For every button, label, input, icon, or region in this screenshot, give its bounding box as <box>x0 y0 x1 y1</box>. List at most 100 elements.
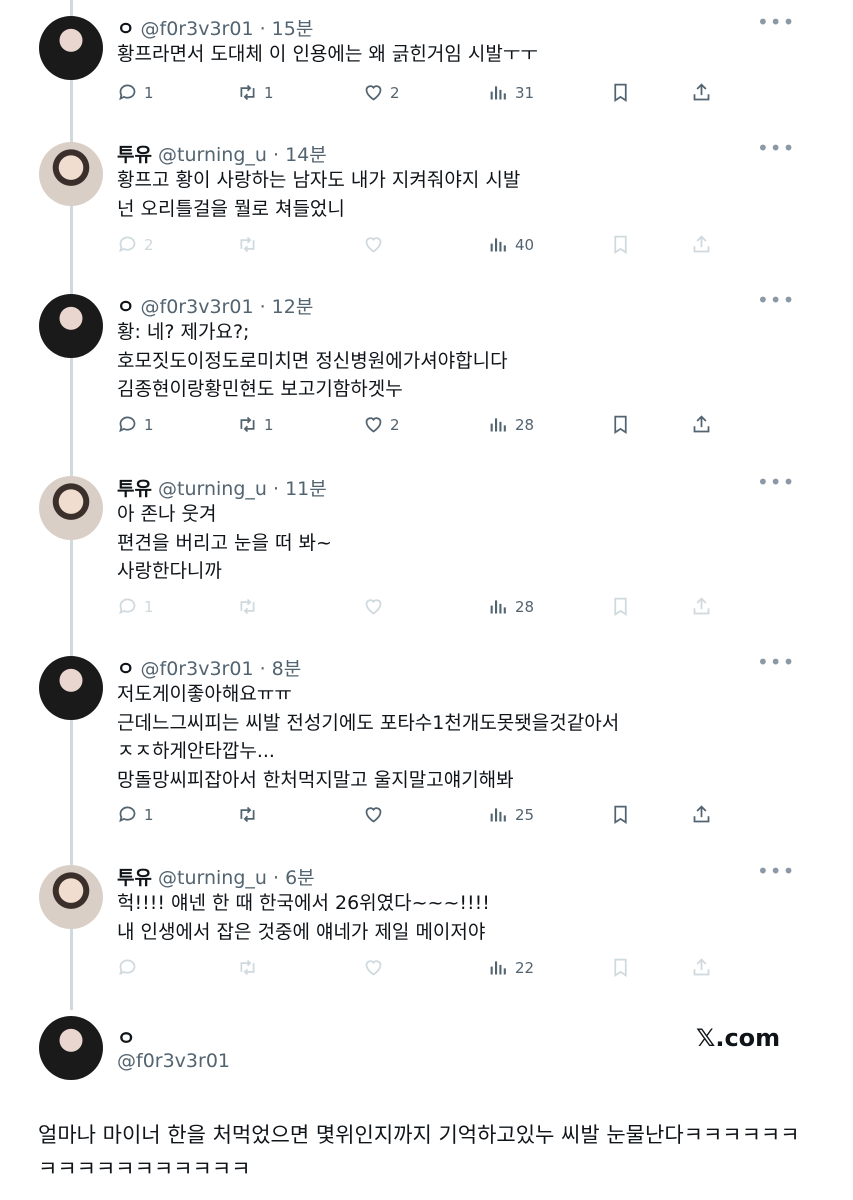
user-handle[interactable]: @turning_u <box>158 478 267 500</box>
user-handle[interactable]: @f0r3v3r01 <box>141 18 254 40</box>
tweet-header: ㅇ @f0r3v3r01 · 8분 <box>117 654 301 681</box>
display-name[interactable]: ㅇ <box>117 1022 135 1051</box>
like-button[interactable] <box>363 234 384 255</box>
reply-button[interactable]: 1 <box>117 804 154 825</box>
display-name[interactable]: 투유 <box>117 144 152 166</box>
avatar[interactable] <box>39 142 103 206</box>
reply-button[interactable] <box>117 957 138 978</box>
like-icon <box>365 237 382 253</box>
like-button[interactable]: 2 <box>363 82 400 103</box>
timestamp[interactable]: 8분 <box>272 658 302 680</box>
views-button[interactable]: 25 <box>488 804 534 825</box>
share-button[interactable] <box>691 414 712 435</box>
tweet-actions: 1 1 2 31 <box>117 82 737 106</box>
tweet-text: 황프고 황이 사랑하는 남자도 내가 지켜줘야지 시발 넌 오리틀걸을 뭘로 쳐… <box>117 166 520 223</box>
reply-button[interactable]: 2 <box>117 234 154 255</box>
retweet-button[interactable]: 1 <box>237 82 274 103</box>
more-icon[interactable]: ••• <box>757 288 795 312</box>
user-handle[interactable]: @turning_u <box>158 867 267 889</box>
user-handle[interactable]: @f0r3v3r01 <box>141 658 254 680</box>
reply-button[interactable]: 1 <box>117 414 154 435</box>
tweet-4[interactable]: ㅇ @f0r3v3r01 · 8분 ••• 저도게이좋아해요ㅠㅠ 근데느그씨피는… <box>0 640 853 850</box>
timestamp[interactable]: 6분 <box>285 867 315 889</box>
views-count: 31 <box>515 83 535 102</box>
retweet-button[interactable] <box>237 596 258 617</box>
bookmark-button[interactable] <box>610 957 631 978</box>
display-name[interactable]: ㅇ <box>117 296 134 318</box>
bookmark-button[interactable] <box>610 82 631 103</box>
share-button[interactable] <box>691 957 712 978</box>
share-button[interactable] <box>691 82 712 103</box>
retweet-icon <box>240 84 255 101</box>
more-icon[interactable]: ••• <box>757 10 795 34</box>
tweet-text: 저도게이좋아해요ㅠㅠ 근데느그씨피는 씨발 전성기에도 포타수1천개도못됏을것같… <box>117 680 619 794</box>
timestamp[interactable]: 15분 <box>272 18 314 40</box>
bookmark-button[interactable] <box>610 804 631 825</box>
tweet-header: 투유 @turning_u · 6분 <box>117 863 315 890</box>
tweet-line: 넌 오리틀걸을 뭘로 쳐들었니 <box>117 197 345 220</box>
reply-button[interactable]: 1 <box>117 596 154 617</box>
tweet-5[interactable]: 투유 @turning_u · 6분 ••• 헉!!!! 얘넨 한 때 한국에서… <box>0 849 853 999</box>
views-button[interactable]: 22 <box>488 957 534 978</box>
like-icon <box>365 960 382 976</box>
retweet-button[interactable] <box>237 957 258 978</box>
views-button[interactable]: 40 <box>488 234 534 255</box>
avatar[interactable] <box>39 294 103 358</box>
display-name[interactable]: 투유 <box>117 478 152 500</box>
tweet-0[interactable]: ㅇ @f0r3v3r01 · 15분 ••• 황프라면서 도대체 이 인용에는 … <box>0 0 853 140</box>
display-name[interactable]: 투유 <box>117 867 152 889</box>
avatar[interactable] <box>39 476 103 540</box>
more-icon[interactable]: ••• <box>757 136 795 160</box>
tweet-line: 저도게이좋아해요ㅠㅠ <box>117 683 292 705</box>
reply-icon <box>119 598 136 615</box>
retweet-button[interactable]: 1 <box>237 414 274 435</box>
reply-count: 1 <box>144 83 154 102</box>
avatar[interactable] <box>39 1016 103 1080</box>
like-button[interactable] <box>363 957 384 978</box>
views-button[interactable]: 31 <box>488 82 534 103</box>
like-icon <box>365 807 382 823</box>
avatar[interactable] <box>39 16 103 80</box>
share-button[interactable] <box>691 804 712 825</box>
user-handle[interactable]: @f0r3v3r01 <box>117 1050 230 1072</box>
timestamp[interactable]: 11분 <box>285 478 327 500</box>
avatar[interactable] <box>39 865 103 929</box>
views-icon <box>490 418 506 432</box>
share-button[interactable] <box>691 596 712 617</box>
tweet-line: 황프고 황이 사랑하는 남자도 내가 지켜줘야지 시발 <box>117 169 521 191</box>
retweet-icon <box>240 236 255 253</box>
reply-button[interactable]: 1 <box>117 82 154 103</box>
more-icon[interactable]: ••• <box>757 650 795 674</box>
avatar[interactable] <box>39 656 103 720</box>
retweet-icon <box>240 416 255 433</box>
like-button[interactable] <box>363 596 384 617</box>
tweet-line: 사랑한다니까 <box>117 560 222 582</box>
like-button[interactable] <box>363 804 384 825</box>
user-handle[interactable]: @f0r3v3r01 <box>141 296 254 318</box>
timestamp[interactable]: 14분 <box>285 144 327 166</box>
more-icon[interactable]: ••• <box>757 470 795 494</box>
retweet-button[interactable] <box>237 234 258 255</box>
timestamp[interactable]: 12분 <box>272 296 314 318</box>
like-icon <box>365 85 382 101</box>
tweet-line: 황프라면서 도대체 이 인용에는 왜 긁힌거임 시발ㅜㅜ <box>117 43 538 65</box>
user-handle[interactable]: @turning_u <box>158 144 267 166</box>
tweet-line: 아 존나 웃겨 <box>117 503 217 525</box>
reply-icon <box>119 959 136 976</box>
share-button[interactable] <box>691 234 712 255</box>
x-logo: 𝕏.com <box>696 1024 781 1052</box>
display-name[interactable]: ㅇ <box>117 658 134 680</box>
bookmark-button[interactable] <box>610 596 631 617</box>
like-button[interactable]: 2 <box>363 414 400 435</box>
more-icon[interactable]: ••• <box>757 859 795 883</box>
bookmark-button[interactable] <box>610 414 631 435</box>
tweet-1[interactable]: 투유 @turning_u · 14분 ••• 황프고 황이 사랑하는 남자도 … <box>0 126 853 276</box>
tweet-3[interactable]: 투유 @turning_u · 11분 ••• 아 존나 웃겨 편견을 버리고 … <box>0 460 853 640</box>
tweet-2[interactable]: ㅇ @f0r3v3r01 · 12분 ••• 황: 네? 제가요?; 호모짓도이… <box>0 278 853 458</box>
views-button[interactable]: 28 <box>488 414 534 435</box>
views-button[interactable]: 28 <box>488 596 534 617</box>
display-name[interactable]: ㅇ <box>117 18 134 40</box>
bookmark-button[interactable] <box>610 234 631 255</box>
separator: · <box>273 144 280 166</box>
retweet-button[interactable] <box>237 804 258 825</box>
